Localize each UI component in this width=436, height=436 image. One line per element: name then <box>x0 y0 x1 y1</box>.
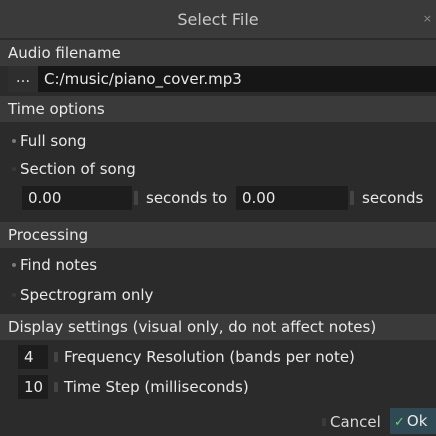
end-seconds-input[interactable]: 0.00 <box>236 186 348 210</box>
radio-spectrogram-label: Spectrogram only <box>20 286 154 304</box>
display-section-label: Display settings (visual only, do not af… <box>0 314 436 340</box>
close-icon[interactable]: × <box>423 12 432 25</box>
seconds-to-label: seconds to <box>146 189 228 207</box>
time-step-input[interactable]: 10 <box>18 375 48 399</box>
radio-find-notes-label: Find notes <box>20 256 98 274</box>
start-seconds-input[interactable]: 0.00 <box>22 186 132 210</box>
time-step-spinner[interactable] <box>54 382 58 392</box>
ok-button-label: Ok <box>406 412 428 430</box>
radio-find-notes[interactable]: Find notes <box>0 252 436 278</box>
radio-indicator[interactable] <box>12 263 16 267</box>
section-time-row: 0.00 seconds to 0.00 seconds <box>0 185 436 211</box>
ok-button[interactable]: ✓ Ok <box>390 408 436 434</box>
frequency-resolution-row: 4 Frequency Resolution (bands per note) <box>0 344 436 370</box>
radio-full-song[interactable]: Full song <box>0 128 436 154</box>
time-section-label: Time options <box>0 96 436 122</box>
radio-section-label: Section of song <box>20 160 136 178</box>
start-seconds-spinner[interactable] <box>134 191 138 205</box>
frequency-resolution-spinner[interactable] <box>54 352 58 362</box>
filename-input[interactable]: C:/music/piano_cover.mp3 <box>38 66 436 92</box>
end-seconds-spinner[interactable] <box>350 191 354 205</box>
cancel-button[interactable]: Cancel <box>330 410 381 434</box>
radio-indicator[interactable] <box>12 293 16 297</box>
radio-full-song-label: Full song <box>20 132 87 150</box>
check-icon: ✓ <box>394 415 405 430</box>
dialog-title: Select File <box>177 9 259 29</box>
radio-indicator[interactable] <box>12 167 16 171</box>
cancel-button-edge <box>322 418 326 426</box>
radio-indicator[interactable] <box>12 139 16 143</box>
time-step-row: 10 Time Step (milliseconds) <box>0 374 436 400</box>
radio-section-of-song[interactable]: Section of song <box>0 156 436 182</box>
audio-section-label: Audio filename <box>0 40 436 66</box>
processing-section-label: Processing <box>0 222 436 248</box>
radio-spectrogram-only[interactable]: Spectrogram only <box>0 282 436 308</box>
browse-button[interactable]: ... <box>8 66 38 92</box>
end-seconds-label: seconds <box>362 189 424 207</box>
frequency-resolution-label: Frequency Resolution (bands per note) <box>64 348 355 366</box>
frequency-resolution-input[interactable]: 4 <box>18 345 48 369</box>
title-bar: Select File × <box>0 0 436 38</box>
time-step-label: Time Step (milliseconds) <box>64 378 249 396</box>
